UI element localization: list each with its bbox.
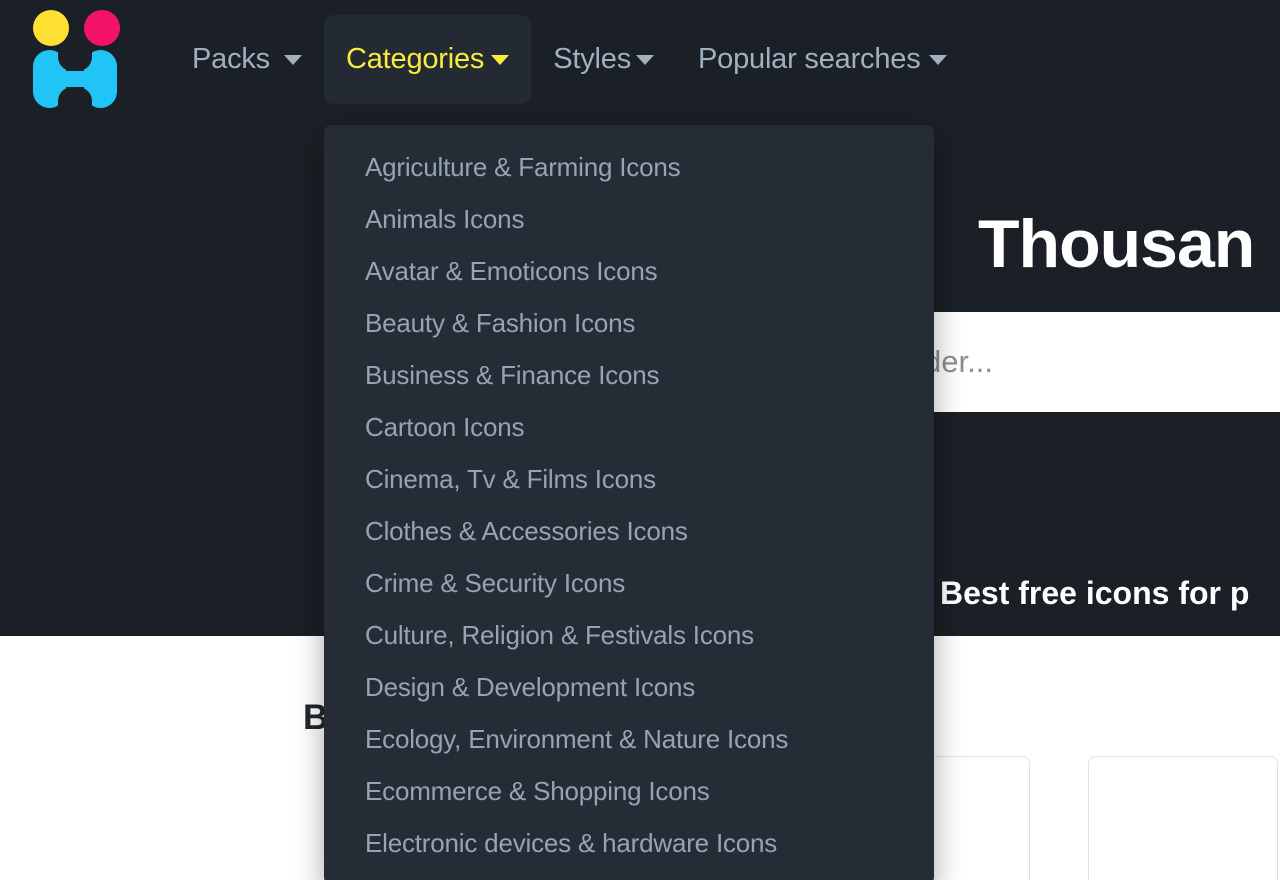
nav-item-styles-label: Styles xyxy=(553,43,632,75)
chevron-down-icon xyxy=(283,54,302,65)
dropdown-item-category[interactable]: Agriculture & Farming Icons xyxy=(324,141,934,193)
chevron-down-icon xyxy=(928,54,947,65)
dropdown-item-category[interactable]: Electronic devices & hardware Icons xyxy=(324,817,934,869)
dropdown-item-category[interactable]: Cartoon Icons xyxy=(324,401,934,453)
card-row xyxy=(930,756,1278,880)
logo-notch-bottom xyxy=(58,87,92,109)
categories-dropdown-menu: Agriculture & Farming Icons Animals Icons… xyxy=(324,125,934,880)
nav-item-categories[interactable]: Categories xyxy=(323,15,532,104)
dropdown-item-category[interactable]: Clothes & Accessories Icons xyxy=(324,505,934,557)
icon-pack-card[interactable] xyxy=(930,756,1030,880)
logo-dot-pink-icon xyxy=(84,10,120,46)
icon-pack-card[interactable] xyxy=(1088,756,1278,880)
dropdown-item-category[interactable]: Culture, Religion & Festivals Icons xyxy=(324,609,934,661)
chevron-down-icon xyxy=(636,54,655,65)
dropdown-item-category[interactable]: Ecology, Environment & Nature Icons xyxy=(324,713,934,765)
logo-crossbar xyxy=(59,71,91,87)
nav-item-popular-searches[interactable]: Popular searches xyxy=(676,15,969,104)
logo-dot-yellow-icon xyxy=(33,10,69,46)
nav-item-packs-label: Packs xyxy=(192,43,270,75)
dropdown-item-category[interactable]: Crime & Security Icons xyxy=(324,557,934,609)
page-root: Thousan Best free icons for p B xyxy=(0,0,1280,880)
dropdown-item-category[interactable]: Ecommerce & Shopping Icons xyxy=(324,765,934,817)
dropdown-item-category[interactable]: Design & Development Icons xyxy=(324,661,934,713)
dropdown-item-category[interactable]: Business & Finance Icons xyxy=(324,349,934,401)
dropdown-item-category[interactable]: Animals Icons xyxy=(324,193,934,245)
nav-items: Packs Categories Styles Popular searches xyxy=(170,0,969,120)
logo-letter-h-icon xyxy=(26,49,124,109)
page-title: Thousan xyxy=(978,206,1255,282)
nav-item-styles[interactable]: Styles xyxy=(531,15,676,104)
top-navbar: Packs Categories Styles Popular searches xyxy=(0,0,1280,120)
hero-subtitle: Best free icons for p xyxy=(940,575,1250,611)
dropdown-item-category[interactable]: Cinema, Tv & Films Icons xyxy=(324,453,934,505)
dropdown-item-category[interactable]: Files & Folders Icons xyxy=(324,869,934,880)
nav-item-popular-searches-label: Popular searches xyxy=(698,43,921,75)
dropdown-item-category[interactable]: Avatar & Emoticons Icons xyxy=(324,245,934,297)
logo-notch-top xyxy=(58,49,92,71)
nav-item-categories-label: Categories xyxy=(345,43,485,75)
dropdown-item-category[interactable]: Beauty & Fashion Icons xyxy=(324,297,934,349)
chevron-down-icon xyxy=(491,54,510,65)
nav-item-packs[interactable]: Packs xyxy=(170,15,324,104)
brand-logo-icon[interactable] xyxy=(26,6,124,109)
